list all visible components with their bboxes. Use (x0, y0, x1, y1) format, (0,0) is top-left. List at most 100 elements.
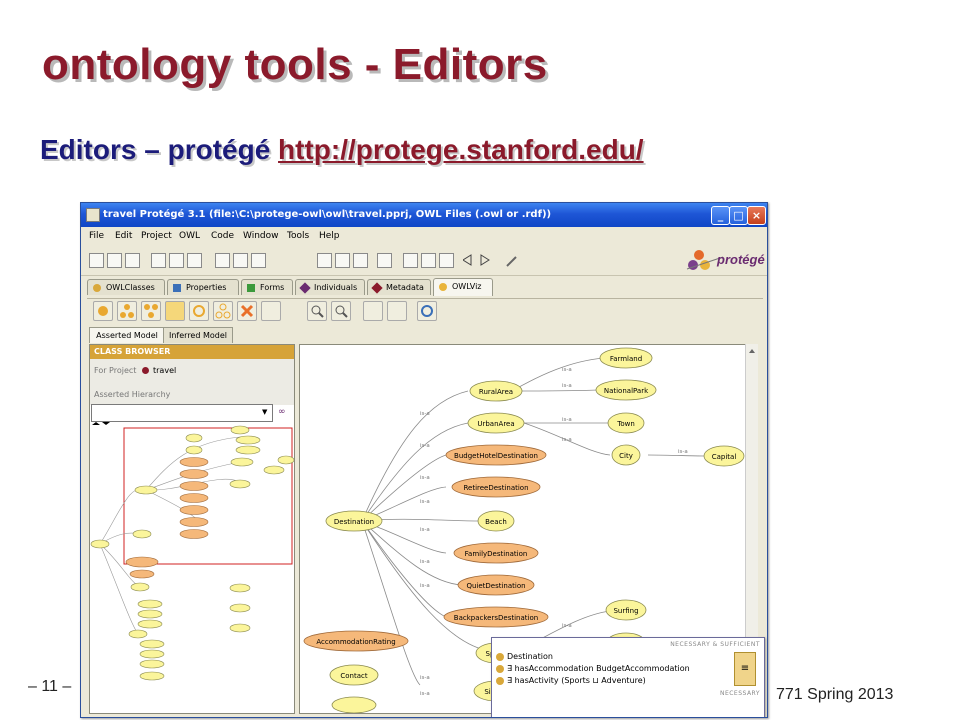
node-budgethoteldestination[interactable]: BudgetHotelDestination (445, 444, 547, 466)
node-retireedestination[interactable]: RetireeDestination (451, 476, 541, 498)
edge-label: is-a (420, 691, 430, 697)
merge-icon[interactable] (251, 253, 266, 268)
check-icon[interactable] (335, 253, 350, 268)
list-icon[interactable] (387, 301, 407, 321)
graph-vertical-scrollbar[interactable] (745, 344, 758, 640)
open-project-icon[interactable] (107, 253, 122, 268)
zoom-out-icon[interactable] (307, 301, 327, 321)
show-all-icon[interactable] (165, 301, 185, 321)
paste-icon[interactable] (187, 253, 202, 268)
tab-label: Properties (186, 283, 227, 292)
minimize-button[interactable]: _ (711, 206, 730, 225)
options-icon[interactable] (261, 301, 281, 321)
menu-edit[interactable]: Edit (115, 231, 132, 241)
tab-individuals[interactable]: Individuals (295, 279, 365, 295)
menu-tools[interactable]: Tools (287, 231, 309, 241)
node-label: FamilyDestination (465, 550, 528, 558)
cut-icon[interactable] (151, 253, 166, 268)
node-town[interactable]: Town (607, 412, 645, 434)
hide-subclasses-icon[interactable] (213, 301, 233, 321)
show-subclasses-icon[interactable] (117, 301, 137, 321)
copy-icon[interactable] (169, 253, 184, 268)
node-city[interactable]: City (611, 444, 641, 466)
import-icon[interactable] (215, 253, 230, 268)
node-capital[interactable]: Capital (703, 445, 745, 467)
node-familydestination[interactable]: FamilyDestination (453, 542, 539, 564)
export-icon[interactable] (233, 253, 248, 268)
doc-icon[interactable] (377, 253, 392, 268)
tab-forms[interactable]: Forms (241, 279, 293, 295)
tab-asserted-model[interactable]: Asserted Model (89, 327, 165, 343)
run-icon[interactable] (403, 253, 418, 268)
tab-owlclasses[interactable]: OWLClasses (87, 279, 165, 295)
node-unlabeled[interactable] (331, 696, 377, 713)
node-destination[interactable]: Destination (325, 510, 383, 532)
nav-arrows-icon[interactable] (463, 254, 493, 266)
refresh-icon[interactable] (417, 301, 437, 321)
maximize-button[interactable]: □ (729, 206, 748, 225)
menu-file[interactable]: File (89, 231, 104, 241)
slide-title: ontology tools - Editors (42, 40, 548, 89)
tab-properties[interactable]: Properties (167, 279, 239, 295)
class-hierarchy-thumbnail[interactable] (90, 422, 294, 712)
grid-icon[interactable] (421, 253, 436, 268)
zoom-in-icon[interactable] (331, 301, 351, 321)
edge-label: is-a (420, 583, 430, 589)
edge-label: is-a (562, 623, 572, 629)
class-definition-popup: NECESSARY & SUFFICIENT Destination ∃ has… (491, 637, 765, 717)
node-label: QuietDestination (466, 582, 525, 590)
hide-class-icon[interactable] (189, 301, 209, 321)
node-label: NationalPark (604, 387, 649, 395)
node-beach[interactable]: Beach (477, 510, 515, 532)
binoculars-icon[interactable]: ∞ (278, 407, 286, 417)
node-quietdestination[interactable]: QuietDestination (457, 574, 535, 596)
node-urbanarea[interactable]: UrbanArea (467, 412, 525, 434)
node-label: Surfing (613, 607, 638, 615)
tab-metadata[interactable]: Metadata (367, 279, 431, 295)
close-button[interactable]: × (747, 206, 766, 225)
classify-icon[interactable] (353, 253, 368, 268)
table-icon[interactable] (439, 253, 454, 268)
definition-line: ∃ hasAccommodation BudgetAccommodation (496, 664, 764, 673)
definition-text: Destination (507, 652, 553, 661)
edge-label: is-a (420, 443, 430, 449)
export-image-icon[interactable] (363, 301, 383, 321)
menu-owl[interactable]: OWL (179, 231, 200, 241)
node-accommodationrating[interactable]: AccommodationRating (303, 630, 409, 652)
hierarchy-search-input[interactable] (91, 404, 273, 422)
node-ruralarea[interactable]: RuralArea (469, 380, 523, 402)
node-label: Town (616, 420, 635, 428)
window-titlebar[interactable]: travel Protégé 3.1 (file:\C:\protege-owl… (81, 203, 767, 227)
node-surfing[interactable]: Surfing (605, 599, 647, 621)
node-farmland[interactable]: Farmland (599, 347, 653, 369)
show-class-icon[interactable] (93, 301, 113, 321)
node-label: Farmland (610, 355, 642, 363)
save-project-icon[interactable] (125, 253, 140, 268)
page-number: – 11 – (28, 678, 72, 695)
node-backpackersdestination[interactable]: BackpackersDestination (443, 606, 549, 628)
node-label: AccommodationRating (316, 638, 395, 646)
tab-label: Metadata (386, 283, 424, 292)
edge-label: is-a (562, 383, 572, 389)
menu-help[interactable]: Help (319, 231, 340, 241)
new-project-icon[interactable] (89, 253, 104, 268)
tab-owlviz[interactable]: OWLViz (433, 278, 493, 296)
tab-inferred-model[interactable]: Inferred Model (163, 327, 233, 343)
query-icon[interactable] (317, 253, 332, 268)
project-dot-icon (142, 367, 149, 374)
node-label: Capital (712, 453, 737, 461)
node-nationalpark[interactable]: NationalPark (595, 379, 657, 401)
protege-link[interactable]: http://protege.stanford.edu/ (278, 134, 644, 165)
node-contact[interactable]: Contact (329, 664, 379, 686)
edge-label: is-a (420, 527, 430, 533)
menu-project[interactable]: Project (141, 231, 172, 241)
protege-logo-text: protégé (717, 252, 765, 267)
menu-code[interactable]: Code (211, 231, 234, 241)
menu-window[interactable]: Window (243, 231, 279, 241)
node-label: Beach (485, 518, 507, 526)
dropdown-arrow-icon[interactable]: ▼ (262, 408, 272, 416)
show-superclasses-icon[interactable] (141, 301, 161, 321)
pencil-icon[interactable] (505, 253, 518, 267)
hide-all-icon[interactable] (237, 301, 257, 321)
class-browser-header: CLASS BROWSER (90, 345, 294, 359)
